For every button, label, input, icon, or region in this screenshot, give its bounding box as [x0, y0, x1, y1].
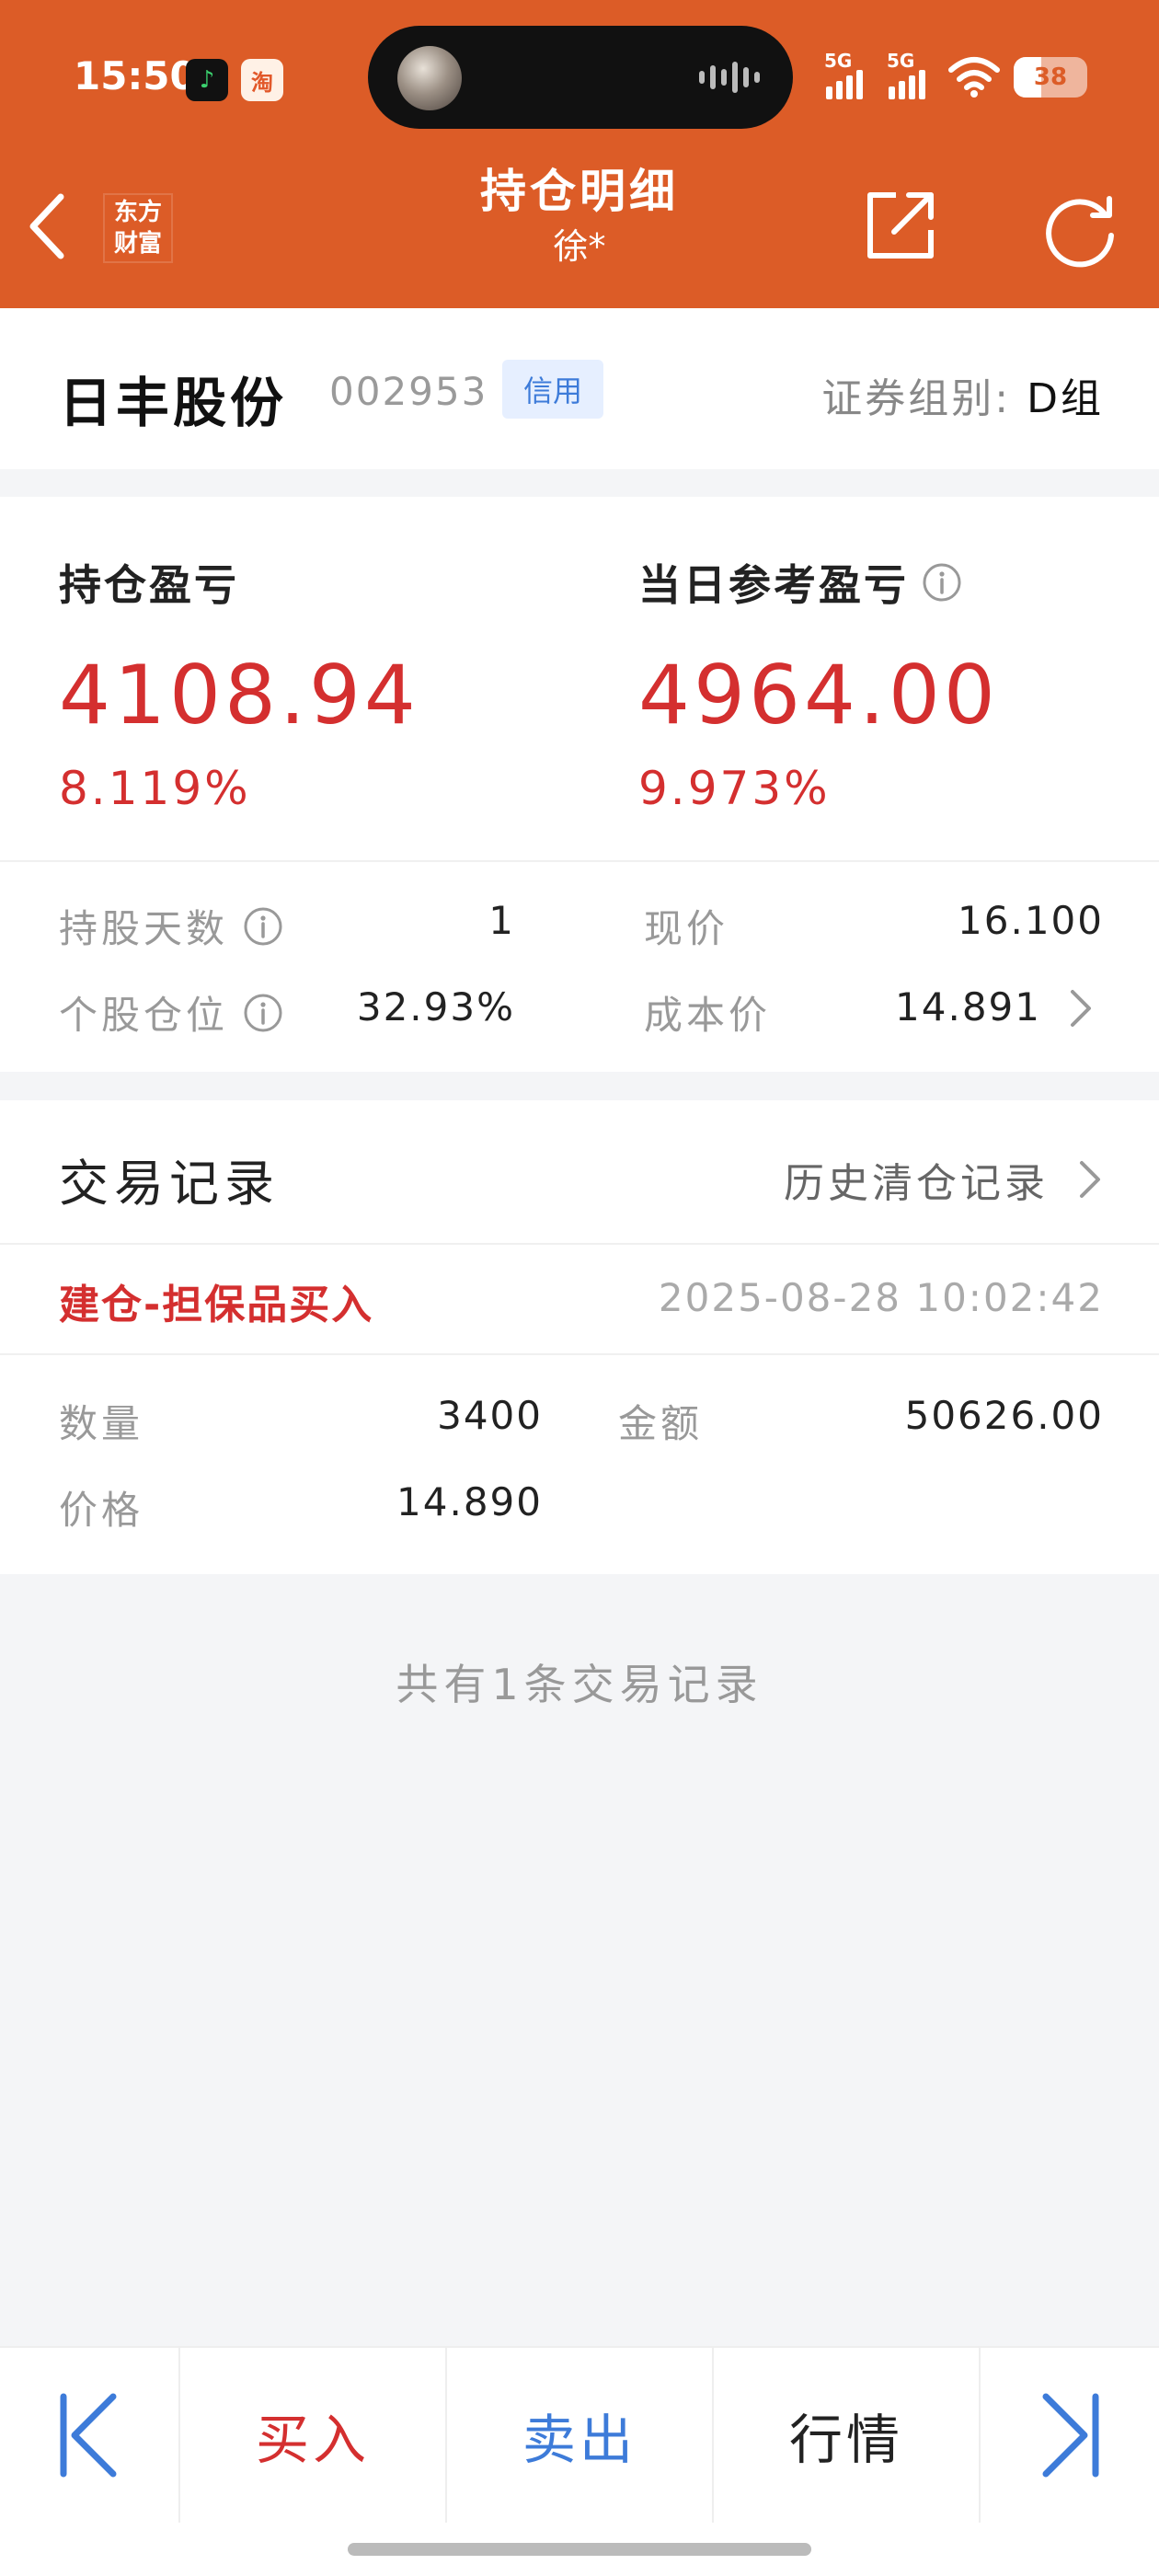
refresh-button[interactable] [1034, 184, 1126, 276]
holding-pnl-label-text: 持仓盈亏 [59, 560, 239, 610]
share-icon [867, 192, 934, 259]
taobao-icon: 淘 [241, 59, 283, 101]
signal-label: 5G [824, 50, 853, 72]
cost-price-label-text: 成本价 [644, 993, 772, 1038]
position-ratio-value: 32.93% [356, 984, 515, 1029]
position-ratio-label-text: 个股仓位 [59, 993, 229, 1038]
battery-icon: 38 [1014, 57, 1087, 98]
trade-amount-label: 金额 [618, 1393, 703, 1449]
history-clear-link[interactable]: 历史清仓记录 [784, 1150, 1104, 1209]
cellular-signal-icon-2: 5G [887, 50, 925, 99]
holding-pnl: 持仓盈亏 4108.94 8.119% [59, 552, 419, 815]
trade-price-value: 14.890 [396, 1479, 543, 1524]
cost-price-value[interactable]: 14.891 [895, 984, 1041, 1029]
trade-qty-value: 3400 [437, 1393, 543, 1438]
stock-name: 日丰股份 [59, 372, 288, 434]
eastmoney-logo: 东方 财富 [103, 193, 173, 263]
buy-button[interactable]: 买入 [180, 2348, 445, 2523]
skip-first-icon [60, 2393, 117, 2478]
music-app-icon: ♪ [186, 59, 228, 101]
signal-label-2: 5G [887, 50, 915, 72]
divider [0, 1243, 1159, 1245]
daily-pnl-label: 当日参考盈亏 [638, 552, 999, 613]
trade-amount-value: 50626.00 [904, 1393, 1104, 1438]
holding-pnl-value: 4108.94 [59, 648, 419, 742]
dynamic-island[interactable] [368, 26, 793, 129]
title-block: 持仓明细 徐* [350, 158, 809, 269]
daily-pnl-label-text: 当日参考盈亏 [638, 560, 909, 610]
logo-line-2: 财富 [113, 230, 162, 258]
trade-qty-label-text: 数量 [59, 1401, 144, 1446]
security-group: 证券组别: D组 [821, 365, 1104, 424]
current-price-value: 16.100 [958, 898, 1104, 943]
home-indicator[interactable] [348, 2543, 811, 2556]
cost-price-label: 成本价 [644, 984, 771, 1041]
trade-records-card: 交易记录 历史清仓记录 建仓-担保品买入 2025-08-28 10:02:42… [0, 1100, 1159, 1574]
holding-days-value: 1 [488, 898, 515, 943]
trade-records-title: 交易记录 [59, 1155, 280, 1213]
divider [0, 860, 1159, 862]
trade-type: 建仓-担保品买入 [59, 1282, 374, 1328]
chevron-right-icon [1080, 1161, 1100, 1198]
app-header: 15:50 ♪ 淘 5G 5G 38 东方 财富 持仓明细 徐* [0, 0, 1159, 308]
back-button[interactable] [24, 190, 83, 263]
daily-pnl: 当日参考盈亏 4964.00 9.973% [638, 552, 999, 815]
last-stock-button[interactable] [981, 2348, 1159, 2523]
credit-badge: 信用 [502, 360, 603, 419]
sell-button[interactable]: 卖出 [447, 2348, 712, 2523]
security-group-value: D组 [1027, 375, 1104, 422]
page-title: 持仓明细 [480, 165, 679, 218]
trade-qty-label: 数量 [59, 1393, 143, 1449]
holding-pnl-label: 持仓盈亏 [59, 552, 419, 613]
pnl-card: 持仓盈亏 4108.94 8.119% 当日参考盈亏 4964.00 9.973… [0, 497, 1159, 1072]
trade-price-label: 价格 [59, 1479, 143, 1535]
security-group-label: 证券组别: [821, 375, 1012, 422]
status-time: 15:50 [74, 53, 197, 98]
skip-last-icon [1042, 2393, 1099, 2478]
first-stock-button[interactable] [0, 2348, 178, 2523]
refresh-icon [1046, 196, 1114, 268]
divider [0, 1353, 1159, 1355]
holding-days-label: 持股天数 [59, 898, 283, 954]
audio-wave-icon [699, 59, 760, 96]
info-icon[interactable] [243, 993, 283, 1033]
status-bar: 15:50 ♪ 淘 5G 5G 38 [0, 0, 1159, 156]
share-button[interactable] [859, 184, 942, 267]
holding-pnl-pct: 8.119% [59, 762, 251, 815]
chevron-right-icon[interactable] [1067, 988, 1095, 1029]
trade-time: 2025-08-28 10:02:42 [658, 1275, 1104, 1320]
stock-info-row: 日丰股份 002953 信用 证券组别: D组 [0, 308, 1159, 469]
trade-price-label-text: 价格 [59, 1488, 144, 1533]
history-clear-label: 历史清仓记录 [784, 1160, 1049, 1207]
record-count: 共有1条交易记录 [396, 1660, 763, 1709]
logo-line-1: 东方 [113, 199, 162, 226]
holding-days-label-text: 持股天数 [59, 906, 229, 951]
back-icon [29, 193, 64, 259]
quote-button[interactable]: 行情 [714, 2348, 979, 2523]
current-price-label: 现价 [644, 898, 729, 954]
wifi-icon [948, 57, 1000, 98]
position-ratio-label: 个股仓位 [59, 984, 283, 1041]
battery-level: 38 [1033, 63, 1068, 91]
daily-pnl-value: 4964.00 [638, 648, 999, 742]
info-icon[interactable] [243, 906, 283, 947]
info-icon[interactable] [922, 562, 962, 603]
trade-amount-label-text: 金额 [618, 1401, 704, 1446]
stock-code: 002953 [329, 369, 488, 414]
account-name: 徐* [553, 226, 606, 267]
current-price-label-text: 现价 [644, 906, 729, 951]
bottom-action-bar: 买入 卖出 行情 [0, 2346, 1159, 2576]
daily-pnl-pct: 9.973% [638, 762, 831, 815]
cellular-signal-icon: 5G [824, 50, 863, 99]
media-thumbnail [397, 46, 462, 110]
